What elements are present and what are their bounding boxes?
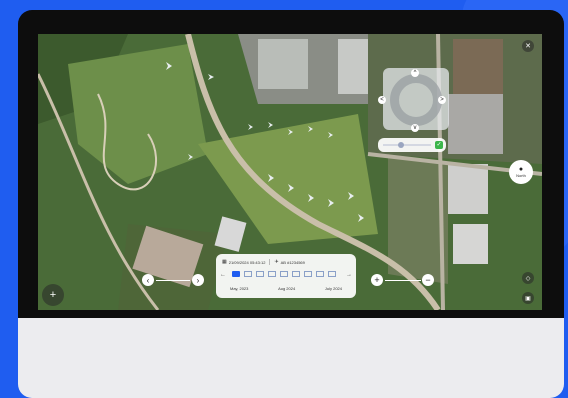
timeline-next-button[interactable]: › (192, 274, 204, 286)
slider-track (383, 144, 431, 146)
thumbnail[interactable] (328, 271, 336, 277)
month-label: Aug 2024 (278, 286, 296, 291)
timeline-left-arrow[interactable]: ← (220, 272, 226, 278)
calendar-icon: ▦ (222, 259, 227, 265)
thumbnail-strip (232, 271, 336, 277)
bag-button[interactable]: ▣ (522, 292, 534, 304)
zoom-in-button[interactable]: + (371, 274, 383, 286)
thumbnail[interactable] (280, 271, 288, 277)
thumbnail[interactable] (292, 271, 300, 277)
zoom-link-line (385, 280, 421, 281)
capture-datetime: 21/09/2024 05:43:12 (228, 259, 266, 265)
zoom-out-button[interactable]: − (422, 274, 434, 286)
pan-left-button[interactable]: < (378, 96, 386, 104)
location-label: North (516, 173, 526, 178)
pin-icon: ● (518, 166, 524, 173)
timeline-prev-button[interactable]: ‹ (142, 274, 154, 286)
month-label: July 2024 (324, 286, 342, 291)
timeline-right-arrow[interactable]: → (346, 272, 352, 278)
date-row: ▦ 21/09/2024 05:43:12 ✈ AB #1234569 (222, 258, 350, 266)
timeline-panel: ▦ 21/09/2024 05:43:12 ✈ AB #1234569 ← → … (216, 254, 356, 298)
orbit-ring[interactable] (390, 74, 442, 126)
airplane-icon: ✈ (274, 259, 279, 265)
month-label: May, 2023 (230, 286, 249, 291)
thumbnail[interactable] (256, 271, 264, 277)
confirm-checkbox[interactable]: ✓ (435, 141, 443, 149)
close-button[interactable]: ✕ (522, 40, 534, 52)
layers-button[interactable]: ◇ (522, 272, 534, 284)
add-button[interactable]: + (42, 284, 64, 306)
flight-id: AB #1234569 (280, 259, 305, 265)
monitor-chin (18, 318, 564, 398)
divider (269, 259, 271, 265)
month-labels: May, 2023 Aug 2024 July 2024 (230, 286, 342, 291)
location-button[interactable]: ● North (509, 160, 533, 184)
thumbnail[interactable] (316, 271, 324, 277)
timeline-link-line (156, 280, 190, 281)
thumbnail[interactable] (244, 271, 252, 277)
thumbnail[interactable] (268, 271, 276, 277)
pan-up-button[interactable]: ^ (411, 69, 419, 77)
slider-knob[interactable] (397, 142, 404, 148)
pan-down-button[interactable]: v (411, 124, 419, 132)
pan-right-button[interactable]: > (438, 96, 446, 104)
thumbnail-selected[interactable] (232, 271, 240, 277)
map-viewport[interactable]: ^ v < > ✓ ✕ ● North ◇ ▣ + ‹ › + − ▦ 21/0… (38, 34, 542, 310)
thumbnail[interactable] (304, 271, 312, 277)
stream-slider[interactable]: ✓ (378, 138, 446, 152)
